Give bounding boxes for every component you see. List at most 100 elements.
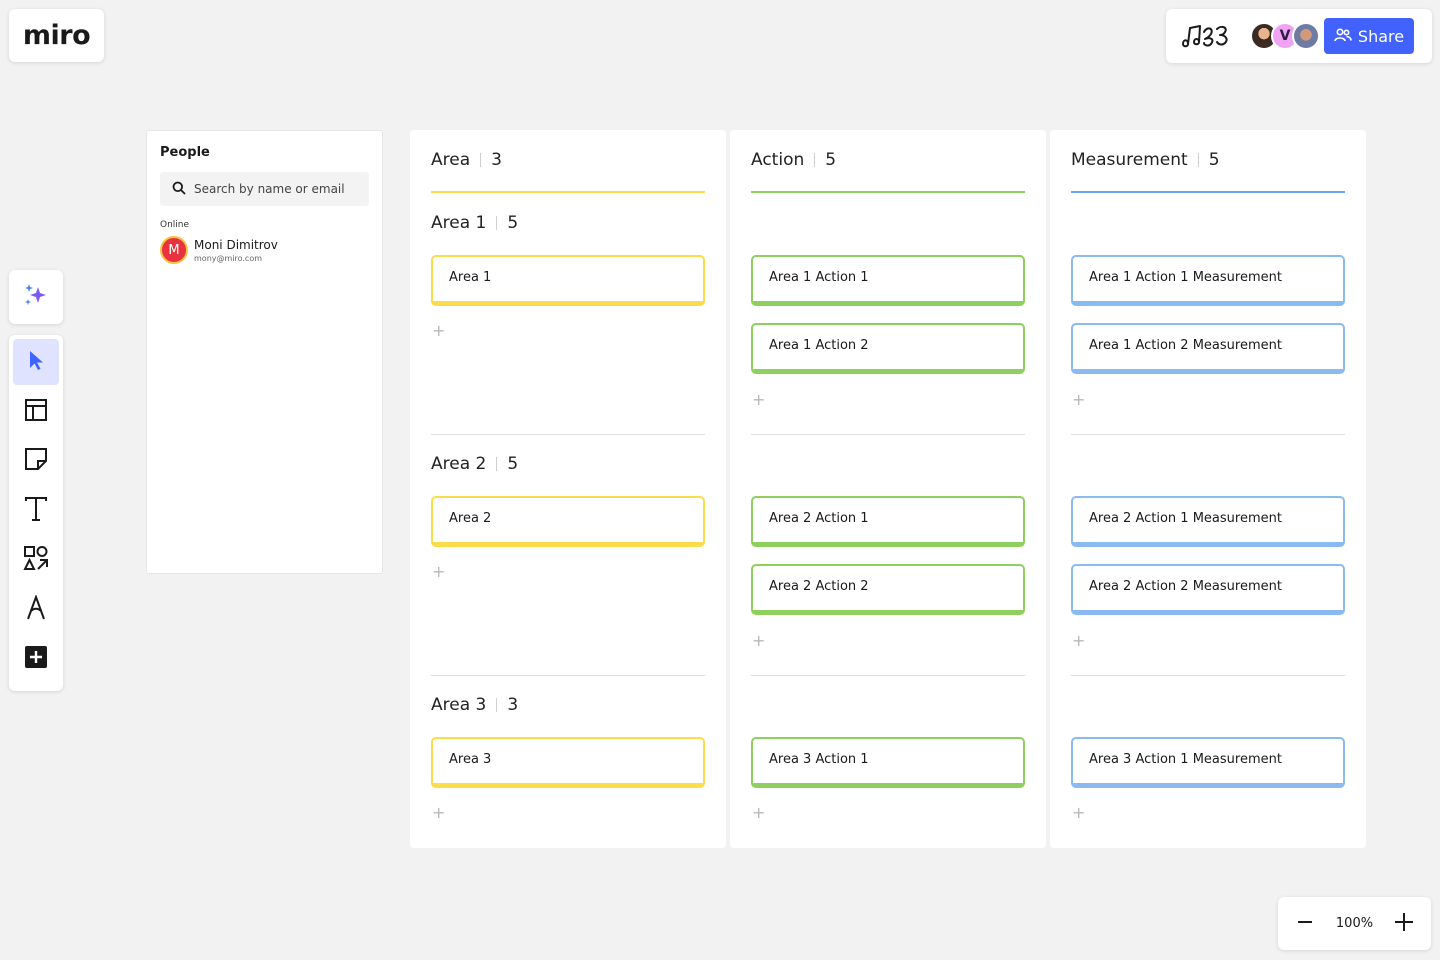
card-text: Area 1 Action 1 Measurement — [1089, 270, 1282, 285]
row-header: Area 3 3 — [431, 695, 518, 715]
shapes-icon — [23, 545, 49, 575]
measurement-card[interactable]: Area 3 Action 1 Measurement — [1071, 737, 1345, 788]
action-card[interactable]: Area 2 Action 2 — [751, 564, 1025, 615]
add-card-button[interactable]: + — [432, 803, 445, 822]
column-area: Area 3 Area 15 Area 1 + Area 25 Area 2 + … — [410, 130, 726, 848]
user-avatar: M — [160, 236, 188, 264]
add-card-button[interactable]: + — [752, 803, 765, 822]
more-tools-button[interactable] — [13, 636, 59, 682]
measurement-card[interactable]: Area 1 Action 2 Measurement — [1071, 323, 1345, 374]
column-title: Action — [751, 150, 805, 170]
card-text: Area 2 Action 2 Measurement — [1089, 579, 1282, 594]
column-title: Measurement — [1071, 150, 1188, 170]
action-card[interactable]: Area 2 Action 1 — [751, 496, 1025, 547]
text-icon — [24, 496, 48, 526]
share-people-icon — [1334, 27, 1352, 46]
add-card-button[interactable]: + — [432, 321, 445, 340]
row-count: 5 — [507, 213, 519, 233]
user-name: Moni Dimitrov — [194, 237, 278, 252]
zoom-in-button[interactable] — [1393, 912, 1415, 936]
share-button[interactable]: Share — [1324, 18, 1414, 54]
area-card[interactable]: Area 2 — [431, 496, 705, 547]
measurement-card[interactable]: Area 2 Action 1 Measurement — [1071, 496, 1345, 547]
row-divider — [431, 675, 705, 676]
creation-toolbar — [9, 335, 63, 691]
zoom-out-button[interactable] — [1294, 913, 1316, 935]
add-card-button[interactable]: + — [432, 562, 445, 581]
zoom-control: 100% — [1278, 897, 1431, 950]
card-text: Area 3 Action 1 — [769, 752, 869, 767]
measurement-card[interactable]: Area 2 Action 2 Measurement — [1071, 564, 1345, 615]
row-title: Area 2 — [431, 454, 487, 474]
column-divider — [431, 191, 705, 193]
collaboration-bar: V Share — [1166, 9, 1432, 63]
plus-icon — [1394, 912, 1414, 936]
zoom-level[interactable]: 100% — [1336, 916, 1373, 931]
add-card-button[interactable]: + — [1072, 390, 1085, 409]
card-text: Area 1 — [449, 270, 492, 285]
card-text: Area 1 Action 1 — [769, 270, 869, 285]
avatar-initial: V — [1279, 28, 1291, 44]
search-icon — [172, 181, 186, 198]
templates-icon — [24, 398, 48, 426]
search-placeholder: Search by name or email — [194, 182, 345, 196]
row-count: 5 — [507, 454, 519, 474]
row-header: Area 1 5 — [431, 213, 518, 233]
people-search-input[interactable]: Search by name or email — [160, 172, 369, 206]
reactions-icon[interactable] — [1180, 21, 1232, 51]
column-header: Measurement 5 — [1071, 150, 1220, 170]
card-text: Area 1 Action 2 — [769, 338, 869, 353]
ai-assist-button[interactable] — [9, 270, 63, 324]
sticky-note-icon — [24, 447, 48, 475]
add-card-button[interactable]: + — [1072, 803, 1085, 822]
online-section-label: Online — [160, 220, 190, 230]
measurement-card[interactable]: Area 1 Action 1 Measurement — [1071, 255, 1345, 306]
card-text: Area 2 Action 1 — [769, 511, 869, 526]
row-divider — [1071, 434, 1345, 435]
select-tool[interactable] — [13, 339, 59, 385]
card-text: Area 2 Action 2 — [769, 579, 869, 594]
area-card[interactable]: Area 3 — [431, 737, 705, 788]
user-initial: M — [168, 242, 180, 258]
column-divider — [1071, 191, 1345, 193]
card-text: Area 1 Action 2 Measurement — [1089, 338, 1282, 353]
column-action: Action 5 Area 1 Action 1 Area 1 Action 2 … — [730, 130, 1046, 848]
pen-tool[interactable] — [13, 587, 59, 633]
select-cursor-icon — [26, 349, 46, 375]
add-card-button[interactable]: + — [752, 631, 765, 650]
card-text: Area 2 — [449, 511, 492, 526]
column-title: Area — [431, 150, 471, 170]
sticky-note-tool[interactable] — [13, 438, 59, 484]
collaborator-avatar[interactable] — [1292, 22, 1320, 50]
action-card[interactable]: Area 1 Action 1 — [751, 255, 1025, 306]
row-title: Area 3 — [431, 695, 487, 715]
action-card[interactable]: Area 1 Action 2 — [751, 323, 1025, 374]
row-count: 3 — [507, 695, 519, 715]
column-count: 5 — [825, 150, 837, 170]
card-text: Area 3 Action 1 Measurement — [1089, 752, 1282, 767]
shapes-tool[interactable] — [13, 537, 59, 583]
collaborator-avatars: V — [1250, 22, 1320, 50]
more-tools-icon — [24, 645, 48, 673]
add-card-button[interactable]: + — [1072, 631, 1085, 650]
ai-sparkle-icon — [23, 282, 49, 312]
pen-icon — [25, 593, 47, 625]
minus-icon — [1296, 913, 1314, 935]
row-divider — [751, 434, 1025, 435]
share-label: Share — [1357, 26, 1405, 46]
row-divider — [431, 434, 705, 435]
card-text: Area 2 Action 1 Measurement — [1089, 511, 1282, 526]
row-header: Area 2 5 — [431, 454, 518, 474]
action-card[interactable]: Area 3 Action 1 — [751, 737, 1025, 788]
people-panel: People Search by name or email Online M … — [147, 131, 382, 573]
column-measurement: Measurement 5 Area 1 Action 1 Measurement… — [1050, 130, 1366, 848]
area-card[interactable]: Area 1 — [431, 255, 705, 306]
miro-logo[interactable]: miro — [9, 9, 104, 62]
row-title: Area 1 — [431, 213, 487, 233]
text-tool[interactable] — [13, 488, 59, 534]
online-user[interactable]: M Moni Dimitrov mony@miro.com — [160, 236, 369, 264]
column-divider — [751, 191, 1025, 193]
templates-tool[interactable] — [13, 389, 59, 435]
add-card-button[interactable]: + — [752, 390, 765, 409]
column-count: 5 — [1208, 150, 1220, 170]
